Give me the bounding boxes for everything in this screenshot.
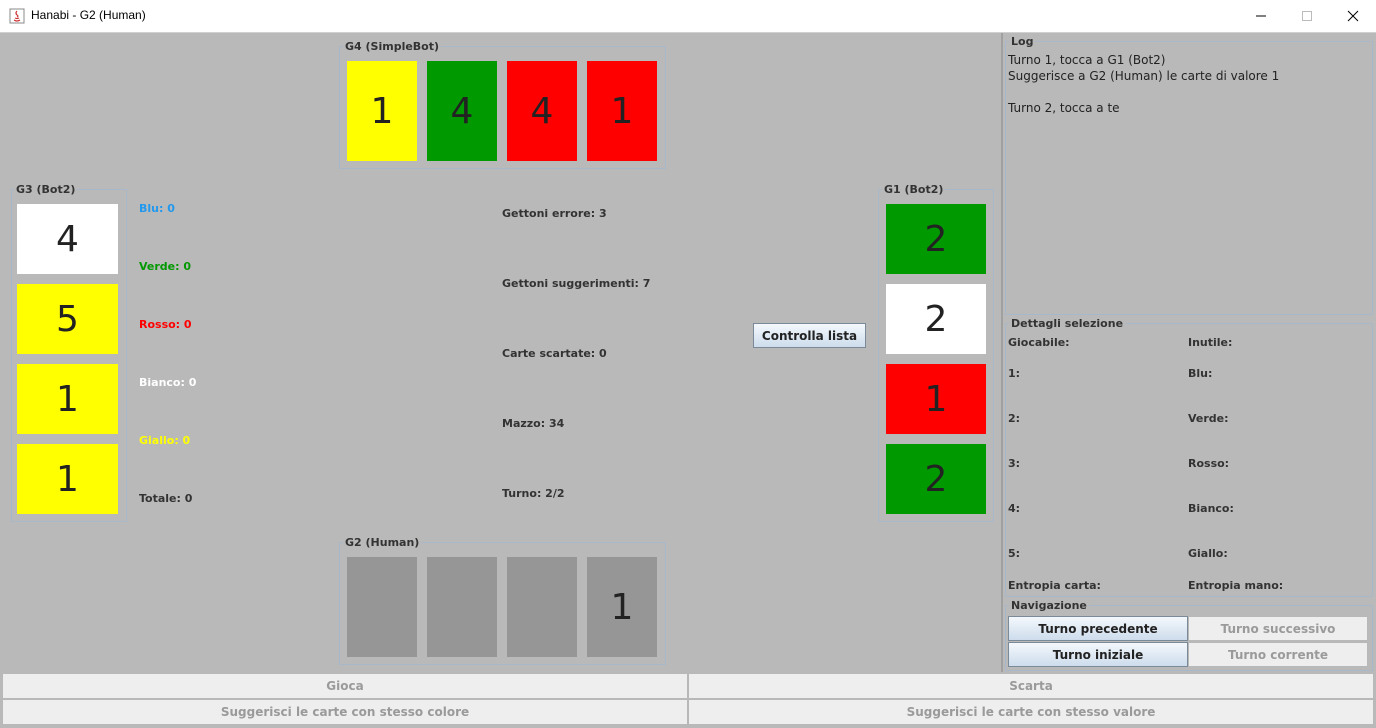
player-g1-label: G1 (Bot2) <box>882 183 946 196</box>
discarded-cards: Carte scartate: 0 <box>502 347 607 360</box>
log-title: Log <box>1009 35 1036 48</box>
detail-value-1: 1: <box>1008 367 1021 380</box>
log-line: Suggerisce a G2 (Human) le carte di valo… <box>1008 69 1280 83</box>
player-g4-label: G4 (SimpleBot) <box>343 40 442 53</box>
navigation-title: Navigazione <box>1009 599 1089 612</box>
hint-value-button[interactable]: Suggerisci le carte con stesso valore <box>688 699 1374 725</box>
own-card[interactable] <box>347 557 417 657</box>
maximize-button[interactable] <box>1284 0 1330 32</box>
g3-card[interactable]: 1 <box>17 444 118 514</box>
own-card[interactable] <box>427 557 497 657</box>
deck-count: Mazzo: 34 <box>502 417 565 430</box>
hint-color-button[interactable]: Suggerisci le carte con stesso colore <box>2 699 688 725</box>
card-value: 4 <box>450 90 474 132</box>
detail-verde: Verde: <box>1188 412 1229 425</box>
firework-blu: Blu: 0 <box>139 202 175 215</box>
hint-tokens: Gettoni suggerimenti: 7 <box>502 277 651 290</box>
card-value: 1 <box>610 90 634 132</box>
card-value: 2 <box>924 458 948 500</box>
detail-value-3: 3: <box>1008 457 1021 470</box>
card-value: 1 <box>56 458 79 500</box>
selection-details-title: Dettagli selezione <box>1009 317 1126 330</box>
player-g2-label: G2 (Human) <box>343 536 422 549</box>
current-turn-button[interactable]: Turno corrente <box>1188 642 1368 667</box>
minimize-button[interactable] <box>1238 0 1284 32</box>
firework-verde: Verde: 0 <box>139 260 192 273</box>
firework-bianco: Bianco: 0 <box>139 376 197 389</box>
firework-totale: Totale: 0 <box>139 492 193 505</box>
app-window: Hanabi - G2 (Human) G4 (SimpleBot) 1 4 4… <box>0 0 1376 728</box>
card-value: 1 <box>610 586 634 628</box>
g3-card[interactable]: 4 <box>17 204 118 274</box>
log-line: Turno 1, tocca a G1 (Bot2) <box>1008 53 1166 67</box>
player-g3-label: G3 (Bot2) <box>14 183 78 196</box>
g1-card[interactable]: 2 <box>886 444 986 514</box>
g4-card[interactable]: 4 <box>507 61 577 161</box>
card-value: 1 <box>924 378 948 420</box>
detail-playable: Giocabile: <box>1008 336 1070 349</box>
own-card[interactable]: 1 <box>587 557 657 657</box>
own-card[interactable] <box>507 557 577 657</box>
detail-value-4: 4: <box>1008 502 1021 515</box>
g3-card[interactable]: 1 <box>17 364 118 434</box>
g1-card[interactable]: 2 <box>886 204 986 274</box>
maximize-icon <box>1302 11 1312 21</box>
card-value: 4 <box>530 90 554 132</box>
g3-card[interactable]: 5 <box>17 284 118 354</box>
g1-card[interactable]: 2 <box>886 284 986 354</box>
g4-card[interactable]: 1 <box>347 61 417 161</box>
title-bar: Hanabi - G2 (Human) <box>0 0 1376 33</box>
g4-card[interactable]: 4 <box>427 61 497 161</box>
detail-value-2: 2: <box>1008 412 1021 425</box>
card-value: 2 <box>924 218 948 260</box>
play-button[interactable]: Gioca <box>2 673 688 699</box>
detail-bianco: Bianco: <box>1188 502 1234 515</box>
card-value: 1 <box>370 90 394 132</box>
window-title: Hanabi - G2 (Human) <box>31 8 146 22</box>
discard-button[interactable]: Scarta <box>688 673 1374 699</box>
card-value: 2 <box>924 298 948 340</box>
turn-counter: Turno: 2/2 <box>502 487 565 500</box>
controlla-lista-button[interactable]: Controlla lista <box>753 323 866 348</box>
detail-card-entropy: Entropia carta: <box>1008 579 1101 592</box>
firework-rosso: Rosso: 0 <box>139 318 192 331</box>
close-button[interactable] <box>1330 0 1376 32</box>
card-value: 5 <box>56 298 79 340</box>
error-tokens: Gettoni errore: 3 <box>502 207 607 220</box>
initial-turn-button[interactable]: Turno iniziale <box>1008 642 1188 667</box>
close-icon <box>1347 10 1359 22</box>
side-panel-divider <box>1001 33 1003 672</box>
previous-turn-button[interactable]: Turno precedente <box>1008 616 1188 641</box>
detail-useless: Inutile: <box>1188 336 1233 349</box>
next-turn-button[interactable]: Turno successivo <box>1188 616 1368 641</box>
java-app-icon <box>9 8 25 24</box>
card-value: 1 <box>56 378 79 420</box>
detail-value-5: 5: <box>1008 547 1021 560</box>
detail-rosso: Rosso: <box>1188 457 1230 470</box>
log-line: Turno 2, tocca a te <box>1008 101 1120 115</box>
minimize-icon <box>1256 15 1266 17</box>
detail-giallo: Giallo: <box>1188 547 1228 560</box>
g4-card[interactable]: 1 <box>587 61 657 161</box>
card-value: 4 <box>56 218 79 260</box>
firework-giallo: Giallo: 0 <box>139 434 191 447</box>
detail-blu: Blu: <box>1188 367 1213 380</box>
detail-hand-entropy: Entropia mano: <box>1188 579 1284 592</box>
g1-card[interactable]: 1 <box>886 364 986 434</box>
